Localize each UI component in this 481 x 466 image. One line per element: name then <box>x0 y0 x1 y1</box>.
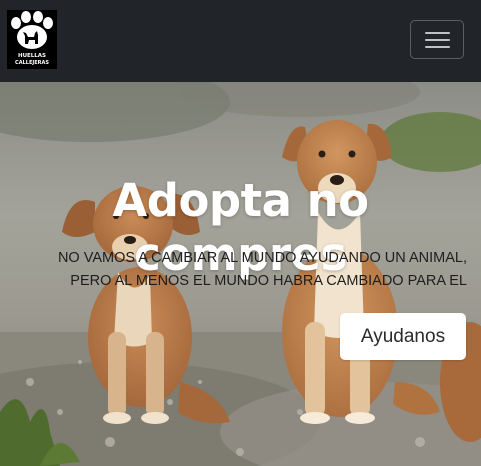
navbar: HUELLAS CALLEJERAS <box>0 0 481 82</box>
hero-section: Adopta no compres NO VAMOS A CAMBIAR AL … <box>0 82 481 466</box>
hamburger-icon <box>425 32 450 34</box>
logo-line1: HUELLAS <box>18 53 46 59</box>
ayudanos-button[interactable]: Ayudanos <box>340 313 466 360</box>
hero-text-line2: PERO AL MENOS EL MUNDO HABRA CAMBIADO PA… <box>70 273 467 289</box>
hero-text-line1: NO VAMOS A CAMBIAR AL MUNDO AYUDANDO UN … <box>57 250 467 266</box>
paw-print-logo-icon: HUELLAS CALLEJERAS <box>7 10 57 69</box>
navbar-toggler-button[interactable] <box>410 20 464 59</box>
hamburger-icon-bar <box>425 39 450 41</box>
hero-text: NO VAMOS A CAMBIAR AL MUNDO AYUDANDO UN … <box>0 247 467 293</box>
brand-logo[interactable]: HUELLAS CALLEJERAS <box>7 10 57 69</box>
hamburger-icon-bar <box>425 46 450 48</box>
logo-line2: CALLEJERAS <box>15 60 49 66</box>
